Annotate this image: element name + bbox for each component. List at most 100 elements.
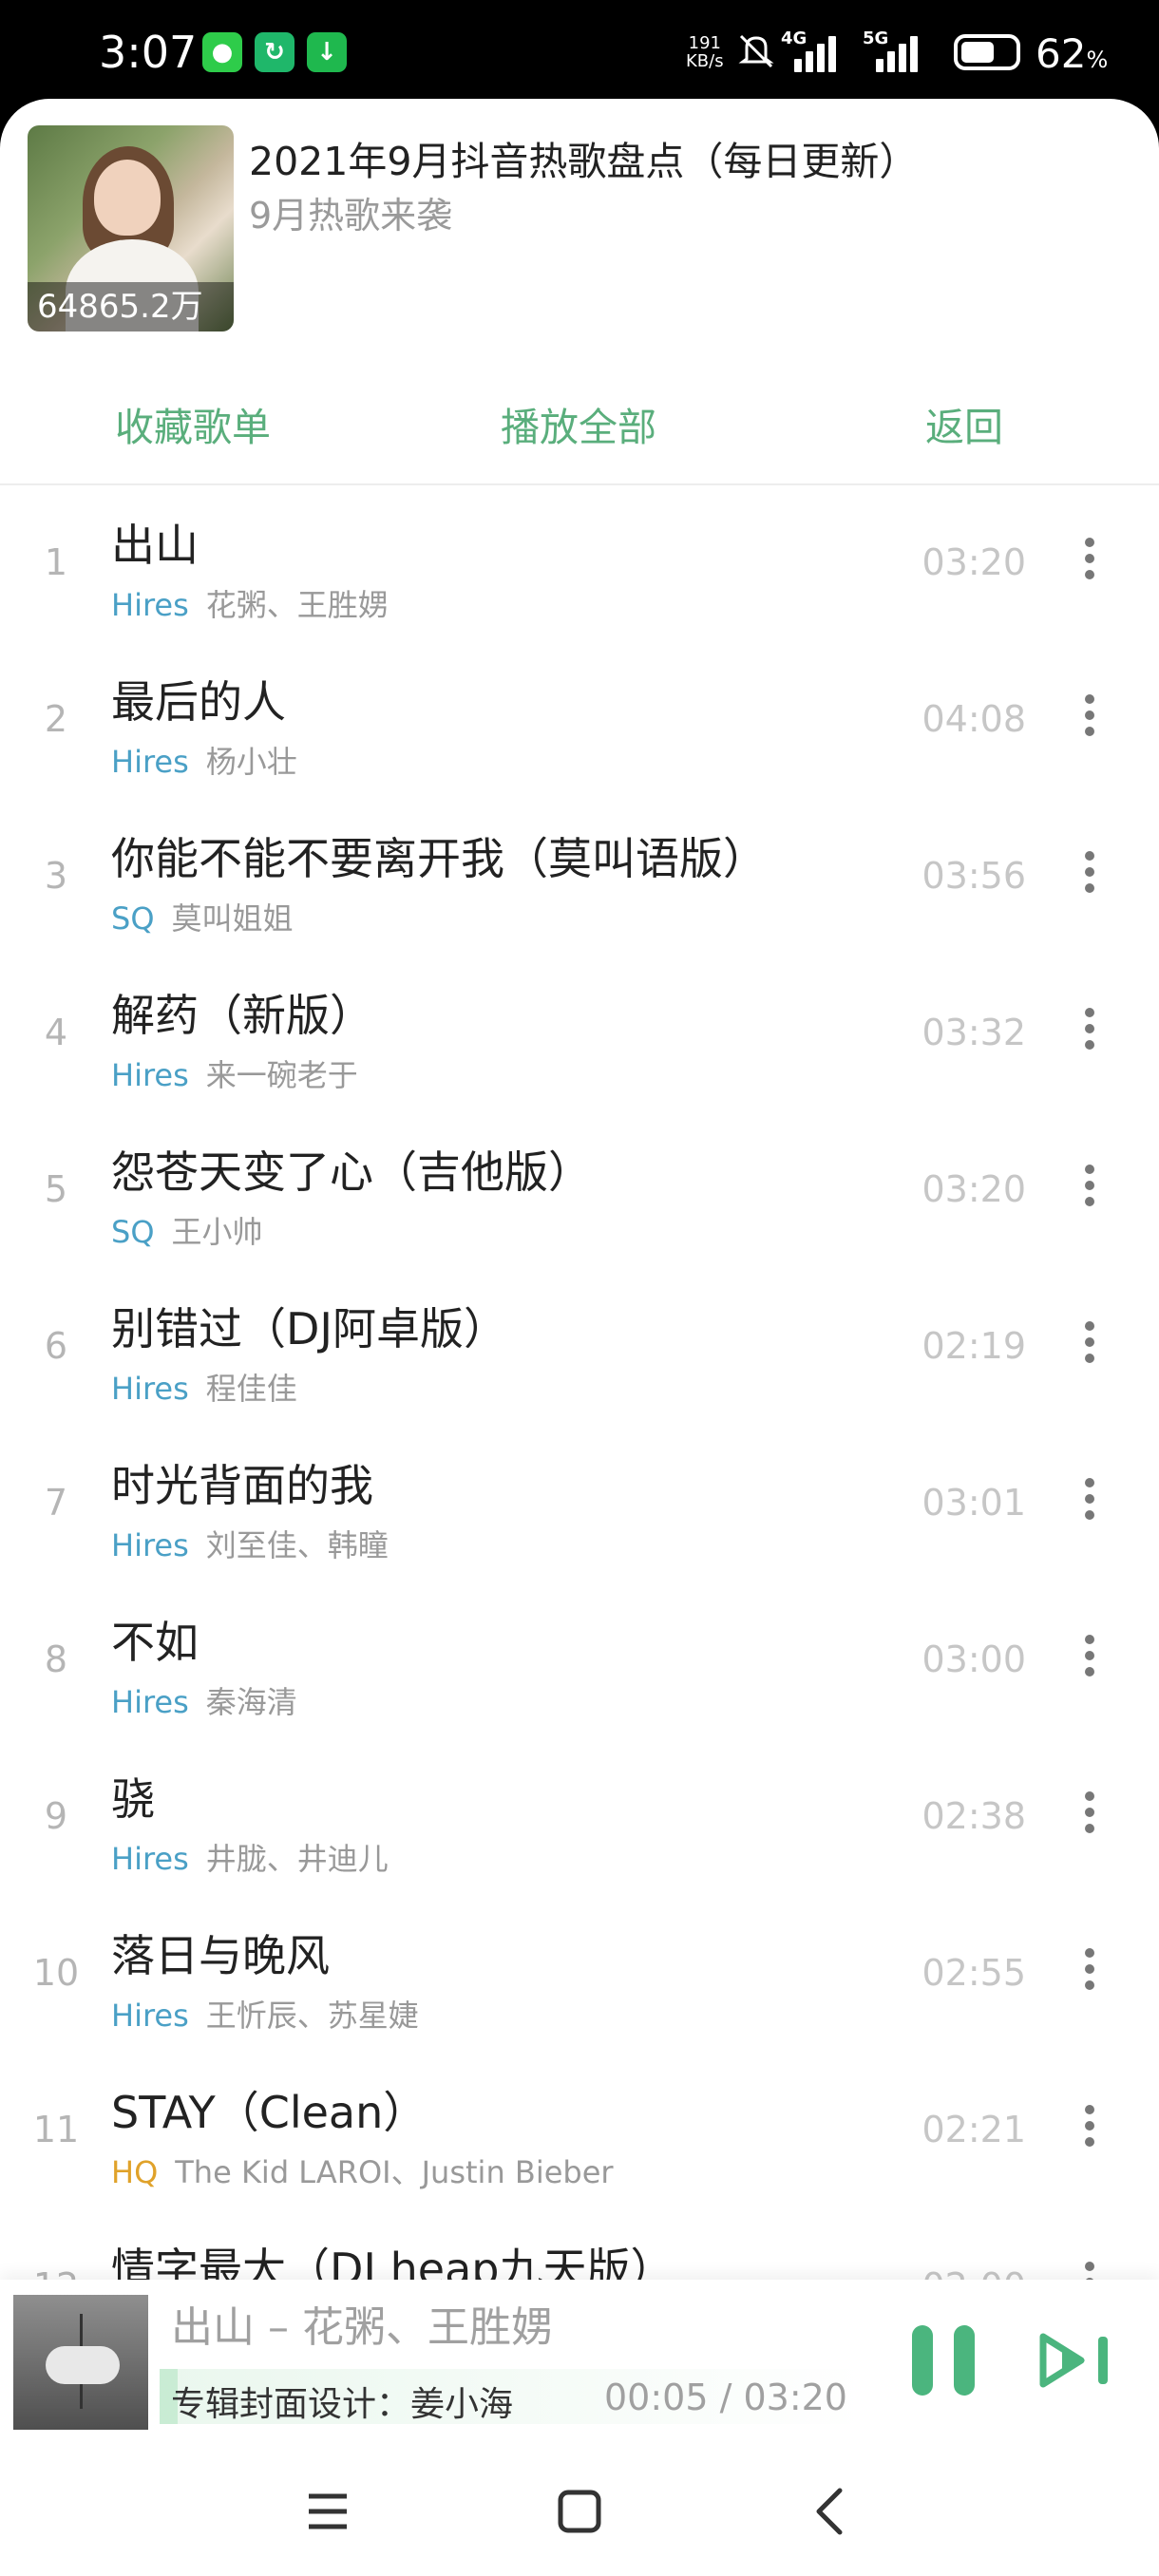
song-row[interactable]: 8 不如 Hires 秦海清 03:00 [0,1583,1159,1740]
song-row[interactable]: 9 骁 Hires 井胧、井迪儿 02:38 [0,1740,1159,1897]
song-title: 时光背面的我 [111,1460,373,1511]
status-time: 3:07 [99,27,198,78]
song-row[interactable]: 6 别错过（DJ阿卓版） Hires 程佳佳 02:19 [0,1270,1159,1427]
now-playing-cover[interactable] [13,2295,148,2430]
song-meta: Hires 杨小壮 [111,738,297,782]
system-nav-bar [0,2447,1159,2576]
song-number: 2 [44,698,68,740]
song-number: 7 [44,1482,68,1524]
quality-badge: Hires [111,1057,189,1093]
pause-button[interactable] [912,2325,975,2396]
song-number: 1 [44,541,68,583]
song-title: 最后的人 [111,676,286,728]
quality-badge: Hires [111,1371,189,1407]
more-options-icon[interactable] [1075,851,1104,908]
song-title: 不如 [111,1617,199,1668]
network-speed: 191 KB/s [686,33,724,71]
song-row[interactable]: 5 怨苍天变了心（吉他版） SQ 王小帅 03:20 [0,1113,1159,1270]
song-artist: 花粥、王胜娚 [205,587,389,623]
quality-badge: Hires [111,1841,189,1877]
quality-badge: SQ [111,1214,155,1250]
song-row[interactable]: 7 时光背面的我 Hires 刘至佳、韩瞳 03:01 [0,1427,1159,1583]
quality-badge: Hires [111,587,189,623]
quality-badge: HQ [111,2154,159,2190]
song-meta: Hires 刘至佳、韩瞳 [111,1522,389,1565]
wechat-icon: ● [202,32,242,72]
back-icon[interactable] [794,2473,870,2549]
song-title: 解药（新版） [111,990,373,1041]
song-artist: 井胧、井迪儿 [205,1841,389,1877]
quality-badge: Hires [111,1684,189,1720]
song-number: 6 [44,1325,68,1367]
divider [0,483,1159,485]
song-title: 怨苍天变了心（吉他版） [111,1146,592,1198]
song-meta: Hires 来一碗老于 [111,1051,358,1095]
playlist-sheet: 64865.2万 2021年9月抖音热歌盘点（每日更新） 9月热歌来袭 收藏歌单… [0,99,1159,2576]
next-track-icon[interactable] [1039,2333,1115,2388]
song-row[interactable]: 10 落日与晚风 Hires 王忻辰、苏星婕 02:55 [0,1897,1159,2054]
song-meta: Hires 秦海清 [111,1678,297,1722]
song-row[interactable]: 4 解药（新版） Hires 来一碗老于 03:32 [0,957,1159,1113]
song-meta: SQ 莫叫姐姐 [111,895,294,938]
song-duration: 04:08 [922,698,1026,740]
song-number: 3 [44,855,68,897]
song-title: 别错过（DJ阿卓版） [111,1303,507,1354]
song-duration: 02:55 [922,1952,1026,1994]
song-meta: Hires 井胧、井迪儿 [111,1835,389,1879]
more-options-icon[interactable] [1075,538,1104,595]
song-row[interactable]: 2 最后的人 Hires 杨小壮 04:08 [0,643,1159,800]
home-icon[interactable] [542,2473,618,2549]
song-number: 10 [32,1952,80,1994]
song-number: 11 [32,2109,80,2150]
song-duration: 03:20 [922,1168,1026,1210]
mini-player[interactable]: 出山 – 花粥、王胜娚 专辑封面设计：姜小海 00:05 / 03:20 [0,2280,1159,2447]
song-artist: 王小帅 [171,1214,263,1250]
song-title: 出山 [111,520,199,571]
battery-icon [954,34,1020,70]
download-icon: ↓ [307,32,347,72]
song-title: 你能不能不要离开我（莫叫语版） [111,833,767,884]
song-row[interactable]: 1 出山 Hires 花粥、王胜娚 03:20 [0,486,1159,643]
song-artist: 莫叫姐姐 [171,900,294,937]
now-playing-subtitle: 专辑封面设计：姜小海 [171,2385,514,2424]
playlist-cover[interactable]: 64865.2万 [28,125,234,331]
song-title: 骁 [111,1773,155,1825]
play-all-button[interactable]: 播放全部 [501,395,656,452]
song-row[interactable]: 3 你能不能不要离开我（莫叫语版） SQ 莫叫姐姐 03:56 [0,800,1159,957]
more-options-icon[interactable] [1075,1321,1104,1378]
song-meta: SQ 王小帅 [111,1208,263,1252]
more-options-icon[interactable] [1075,1478,1104,1535]
collect-playlist-button[interactable]: 收藏歌单 [115,395,271,452]
song-duration: 02:19 [922,1325,1026,1367]
song-duration: 03:01 [922,1482,1026,1524]
song-meta: Hires 程佳佳 [111,1365,297,1409]
quality-badge: Hires [111,1527,189,1563]
play-count: 64865.2万 [28,282,234,331]
more-options-icon[interactable] [1075,1165,1104,1222]
song-meta: Hires 王忻辰、苏星婕 [111,1992,419,2036]
song-artist: 刘至佳、韩瞳 [205,1527,389,1563]
song-artist: 来一碗老于 [205,1057,358,1093]
song-number: 4 [44,1012,68,1053]
more-options-icon[interactable] [1075,2105,1104,2162]
song-row[interactable]: 11 STAY（Clean） HQ The Kid LAROI、Justin Bieb… [0,2054,1159,2210]
song-artist: 杨小壮 [205,744,297,780]
signal-5g-icon: 5G [863,28,939,74]
song-artist: 程佳佳 [205,1371,297,1407]
song-duration: 03:00 [922,1638,1026,1680]
song-title: STAY（Clean） [111,2087,428,2138]
more-options-icon[interactable] [1075,694,1104,751]
back-button[interactable]: 返回 [925,395,1003,452]
song-duration: 02:38 [922,1795,1026,1837]
song-artist: 秦海清 [205,1684,297,1720]
song-meta: HQ The Kid LAROI、Justin Bieber [111,2149,614,2192]
more-options-icon[interactable] [1075,1948,1104,2005]
more-options-icon[interactable] [1075,1635,1104,1692]
more-options-icon[interactable] [1075,1008,1104,1065]
playback-time: 00:05 / 03:20 [604,2377,847,2418]
more-options-icon[interactable] [1075,1791,1104,1848]
menu-icon[interactable] [290,2473,366,2549]
mute-icon [738,34,774,68]
song-duration: 02:21 [922,2109,1026,2150]
song-number: 9 [44,1795,68,1837]
